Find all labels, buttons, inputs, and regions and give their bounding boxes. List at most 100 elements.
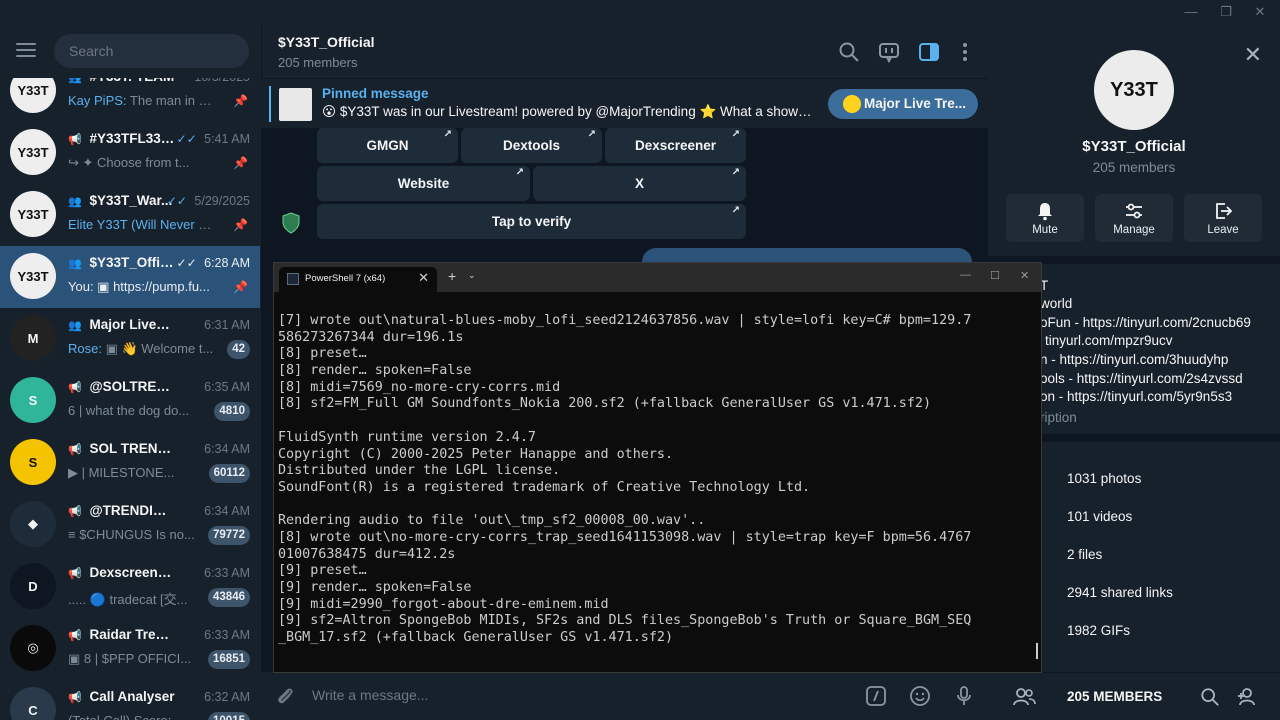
chat-list: Y33T 👥 #Y33T: TEAM 10/3/2025 Kay PiPS: T… [0, 60, 260, 720]
chat-preview: You: ▣ https://pump.fu... [68, 279, 218, 295]
unread-badge: 16851 [208, 650, 250, 669]
read-check-icon: ✓✓ [176, 132, 197, 146]
avatar-text: Y33T [17, 144, 49, 160]
chat-name: Call Analyser [89, 689, 175, 704]
minimize-button[interactable]: — [1176, 2, 1206, 22]
terminal-scrollbar[interactable] [1036, 643, 1038, 659]
search-input[interactable]: Search [54, 34, 249, 68]
pinned-action-button[interactable]: Major Live Tre... [828, 89, 978, 119]
media-photos[interactable]: 1031 photos [1067, 471, 1141, 486]
dextools-button[interactable]: Dextools ↗ [461, 128, 602, 163]
terminal-line: SoundFont(R) is a registered trademark o… [278, 479, 811, 495]
chat-avatar: D [10, 563, 56, 609]
chat-preview-text: (Total Call) Score:... [68, 713, 182, 720]
terminal-line: [9] midi=2990_forgot-about-dre-eminem.mi… [278, 596, 609, 612]
external-link-icon: ↗ [731, 167, 740, 178]
chevron-down-icon[interactable]: ⌄ [468, 270, 476, 281]
chat-preview-text: ▣ 👋 Welcome t... [101, 341, 214, 356]
read-check-icon: ✓✓ [166, 194, 187, 208]
terminal-line: Distributed under the LGPL license. [278, 463, 561, 479]
chat-title-row: 📢 Dexscreener Up... [68, 565, 176, 580]
terminal-minimize-button[interactable]: — [960, 269, 971, 281]
sidebar-toggle-icon[interactable] [918, 41, 940, 63]
chat-title-row: 👥 $Y33T_War... [68, 193, 176, 208]
pinned-thumbnail [279, 88, 312, 121]
description-link[interactable]: on - https://tinyurl.com/5yr9n5s3 [1040, 389, 1232, 404]
terminal-maximize-button[interactable]: ☐ [990, 269, 1000, 282]
leave-label: Leave [1207, 224, 1239, 236]
unread-badge: 60112 [208, 464, 250, 483]
chat-preview: ↪ ✦ Choose from t... [68, 155, 218, 171]
chat-avatar: M [10, 315, 56, 361]
chat-list-item[interactable]: Y33T 👥 $Y33T_Official ✓✓ 6:28 AM You: ▣ … [0, 246, 260, 308]
chat-name: #Y33TFL33K_... [89, 131, 176, 146]
unread-badge: 43846 [208, 588, 250, 607]
tab-close-icon[interactable]: ✕ [418, 270, 429, 286]
video-chat-icon[interactable] [878, 41, 900, 63]
chat-name: SOL TRENDING ... [89, 441, 176, 456]
attach-icon[interactable] [274, 685, 296, 707]
chat-time: 6:28 AM [204, 256, 250, 270]
chat-avatar: ◎ [10, 625, 56, 671]
bot-commands-icon[interactable] [865, 685, 887, 707]
search-icon[interactable] [838, 41, 860, 63]
manage-button[interactable]: Manage [1095, 194, 1173, 242]
x-button[interactable]: X ↗ [533, 166, 746, 201]
website-button[interactable]: Website ↗ [317, 166, 530, 201]
terminal-line: [8] preset… [278, 346, 367, 362]
terminal-tab[interactable]: PowerShell 7 (x64) ✕ [279, 267, 437, 292]
chat-list-item[interactable]: S 📢 @SOLTRENDING... 6:35 AM 6 | what the… [0, 370, 260, 432]
chat-sender: You: [68, 279, 94, 294]
add-member-icon[interactable] [1236, 686, 1260, 708]
chat-avatar: S [10, 377, 56, 423]
chat-list-item[interactable]: D 📢 Dexscreener Up... 6:33 AM ..... 🔵 tr… [0, 556, 260, 618]
terminal-close-button[interactable]: ✕ [1020, 269, 1029, 282]
more-options-icon[interactable] [954, 41, 976, 63]
dexscreener-button[interactable]: Dexscreener ↗ [605, 128, 746, 163]
maximize-button[interactable]: ❐ [1211, 2, 1241, 22]
leave-button[interactable]: Leave [1184, 194, 1262, 242]
manage-label: Manage [1113, 224, 1155, 236]
window-close-button[interactable]: ✕ [1245, 2, 1275, 22]
chat-list-item[interactable]: ◎ 📢 Raidar Trending 6:33 AM ▣ 8 | $PFP O… [0, 618, 260, 680]
message-input[interactable]: Write a message... [312, 687, 428, 703]
unread-badge: 42 [227, 340, 250, 359]
terminal-line: FluidSynth runtime version 2.4.7 [278, 429, 536, 445]
media-videos[interactable]: 101 videos [1067, 509, 1132, 524]
terminal-output[interactable]: [7] wrote out\natural-blues-moby_lofi_se… [278, 313, 1030, 647]
chat-name: Raidar Trending [89, 627, 176, 642]
terminal-line: [8] render… spoken=False [278, 363, 472, 379]
emoji-icon[interactable] [909, 685, 931, 707]
chat-list-item[interactable]: M 👥 Major Livestrea... 6:31 AM Rose: ▣ 👋… [0, 308, 260, 370]
avatar-text: Y33T [17, 206, 49, 222]
chat-list-item[interactable]: S 📢 SOL TRENDING ... 6:34 AM ▶ | MILESTO… [0, 432, 260, 494]
channel-icon: 📢 [68, 692, 82, 704]
gmgn-button[interactable]: GMGN ↗ [317, 128, 458, 163]
chat-time-row: 6:34 AM [204, 504, 250, 518]
chat-time-row: 6:35 AM [204, 380, 250, 394]
media-gifs[interactable]: 1982 GIFs [1067, 623, 1130, 638]
new-tab-icon[interactable]: + [448, 268, 456, 284]
pinned-message-bar[interactable]: Pinned message 😮 $Y33T was in our Livest… [261, 78, 988, 128]
media-links[interactable]: 2941 shared links [1067, 585, 1173, 600]
chat-header[interactable]: $Y33T_Official 205 members [261, 24, 988, 78]
description-link[interactable]: tinyurl.com/mpzr9ucv [1045, 333, 1173, 348]
microphone-icon[interactable] [953, 685, 975, 707]
description-link[interactable]: ools - https://tinyurl.com/2s4zvssd [1040, 371, 1243, 386]
chat-list-item[interactable]: C 📢 Call Analyser 6:32 AM (Total Call) S… [0, 680, 260, 720]
channel-icon: 📢 [68, 382, 82, 394]
media-files[interactable]: 2 files [1067, 547, 1102, 562]
member-search-icon[interactable] [1200, 687, 1220, 707]
description-link[interactable]: oFun - https://tinyurl.com/2cnucb69 [1040, 315, 1251, 330]
close-panel-icon[interactable]: ✕ [1244, 42, 1262, 68]
chat-sender: Elite Y33T (Will Never D... [68, 217, 218, 232]
verify-button[interactable]: Tap to verify ↗ [317, 204, 746, 239]
description-link[interactable]: n - https://tinyurl.com/3huudyhp [1040, 352, 1228, 367]
powershell-window[interactable]: PowerShell 7 (x64) ✕ + ⌄ — ☐ ✕ [7] wrote… [273, 262, 1042, 673]
external-link-icon: ↗ [731, 205, 740, 216]
chat-list-item[interactable]: ◆ 📢 @TRENDING (ET... 6:34 AM ≡ $CHUNGUS … [0, 494, 260, 556]
chat-list-item[interactable]: Y33T 👥 $Y33T_War... ✓✓ 5/29/2025 Elite Y… [0, 184, 260, 246]
mute-button[interactable]: Mute [1006, 194, 1084, 242]
chat-list-item[interactable]: Y33T 📢 #Y33TFL33K_... ✓✓ 5:41 AM ↪ ✦ Cho… [0, 122, 260, 184]
menu-icon[interactable] [16, 43, 36, 59]
